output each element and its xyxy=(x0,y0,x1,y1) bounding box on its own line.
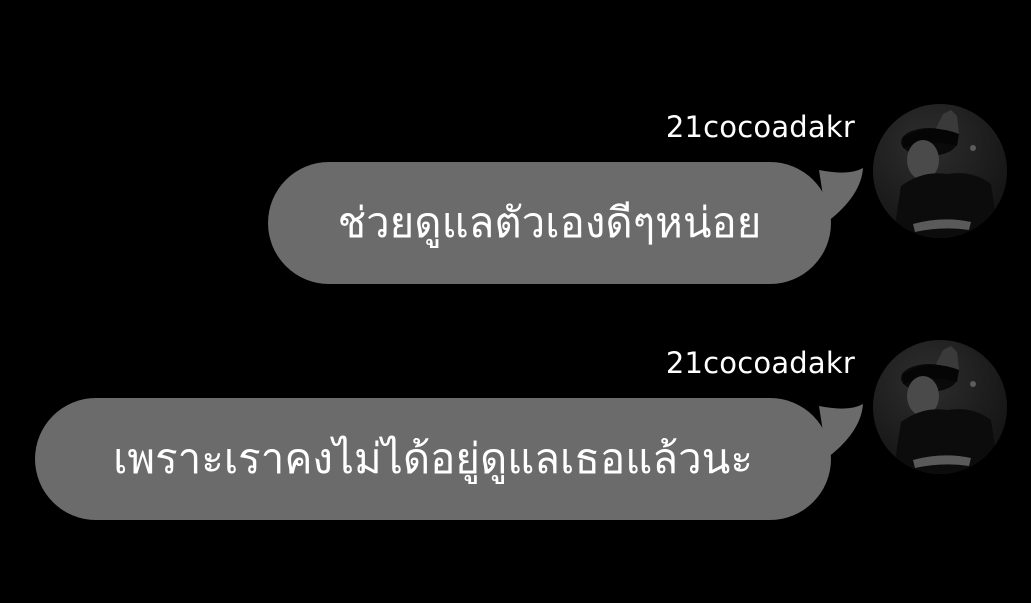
message-text: เพราะเราคงไม่ได้อยู่ดูแลเธอแล้วนะ xyxy=(113,434,753,483)
chat-message: 21cocoadakr ช่วยดูแลตัวเองดีๆหน่อย xyxy=(0,104,1031,294)
profile-photo-icon xyxy=(873,340,1007,474)
sender-name[interactable]: 21cocoadakr xyxy=(666,346,855,380)
avatar[interactable] xyxy=(873,340,1007,474)
sender-name[interactable]: 21cocoadakr xyxy=(666,110,855,144)
avatar[interactable] xyxy=(873,104,1007,238)
message-bubble[interactable]: ช่วยดูแลตัวเองดีๆหน่อย xyxy=(268,162,831,284)
message-text: ช่วยดูแลตัวเองดีๆหน่อย xyxy=(337,198,762,247)
profile-photo-icon xyxy=(873,104,1007,238)
message-bubble[interactable]: เพราะเราคงไม่ได้อยู่ดูแลเธอแล้วนะ xyxy=(35,398,831,520)
chat-message: 21cocoadakr เพราะเราคงไม่ได้อยู่ดูแลเธอแ… xyxy=(0,340,1031,530)
